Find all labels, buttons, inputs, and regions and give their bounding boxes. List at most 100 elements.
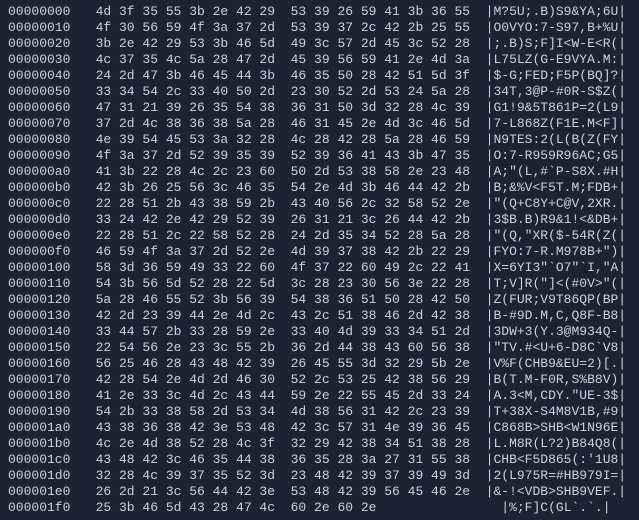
ascii-column: |CHB<F5D865(:'1U8| xyxy=(486,452,626,468)
hex-row: 00000060 47 31 21 39 26 35 54 38 36 31 5… xyxy=(8,100,631,116)
address-column: 00000080 xyxy=(8,132,80,148)
hex-bytes-column: 47 31 21 39 26 35 54 38 36 31 50 3d 32 2… xyxy=(80,100,486,116)
address-column: 000000d0 xyxy=(8,212,80,228)
ascii-column: |V%F(CHB9&EU=2)[.| xyxy=(486,356,626,372)
hex-bytes-column: 22 28 51 2c 22 58 52 28 24 2d 35 34 52 2… xyxy=(80,228,486,244)
hex-bytes-column: 5a 28 46 55 52 3b 56 39 54 38 36 51 50 2… xyxy=(80,292,486,308)
ascii-column: |B(T.M-F0R,S%B8V)| xyxy=(486,372,626,388)
address-column: 00000010 xyxy=(8,20,80,36)
ascii-column: |M?5U;.B)S9&YA;6U| xyxy=(486,4,626,20)
ascii-column: |3DW+3(Y.3@M934Q-| xyxy=(486,324,626,340)
hex-bytes-column: 43 38 36 38 42 3e 53 48 42 3c 57 31 4e 3… xyxy=(80,420,486,436)
hex-row: 000000f0 46 59 4f 3a 37 2d 52 2e 4d 39 3… xyxy=(8,244,631,260)
ascii-column: |3$B.B)R9&1!<&DB+| xyxy=(486,212,626,228)
hex-row: 00000000 4d 3f 35 55 3b 2e 42 29 53 39 2… xyxy=(8,4,631,20)
hex-row: 00000110 54 3b 56 5d 52 28 22 5d 3c 28 2… xyxy=(8,276,631,292)
address-column: 000000e0 xyxy=(8,228,80,244)
hex-row: 000001d0 32 28 4c 39 37 35 52 3d 23 48 4… xyxy=(8,468,631,484)
address-column: 00000140 xyxy=(8,324,80,340)
ascii-column: |A;"(L,#`P-S8X.#H| xyxy=(486,164,626,180)
ascii-column: |$-G;FED;F5P(BQ]?| xyxy=(486,68,626,84)
ascii-column: |T+38X-S4M8V1B,#9| xyxy=(486,404,626,420)
hex-row: 00000100 58 3d 36 59 49 33 22 60 4f 37 2… xyxy=(8,260,631,276)
hex-row: 000001b0 4c 2e 4d 38 52 28 4c 3f 32 29 4… xyxy=(8,436,631,452)
hex-row: 00000030 4c 37 35 4c 5a 28 47 2d 45 39 5… xyxy=(8,52,631,68)
hex-bytes-column: 41 3b 22 28 4c 2c 23 60 50 2d 53 38 58 2… xyxy=(80,164,486,180)
ascii-column: |L75LZ(G-E9VYA.M:| xyxy=(486,52,626,68)
hex-bytes-column: 4f 3a 37 2d 52 39 35 39 52 39 36 41 43 3… xyxy=(80,148,486,164)
hex-bytes-column: 42 28 54 2e 4d 2d 46 30 52 2c 53 25 42 3… xyxy=(80,372,486,388)
address-column: 000001c0 xyxy=(8,452,80,468)
ascii-column: |B-#9D.M,C,Q8F-B8| xyxy=(486,308,626,324)
address-column: 00000050 xyxy=(8,84,80,100)
hex-bytes-column: 56 25 46 28 43 48 42 39 26 45 55 3d 32 2… xyxy=(80,356,486,372)
hex-bytes-column: 32 28 4c 39 37 35 52 3d 23 48 42 39 37 3… xyxy=(80,468,486,484)
hex-bytes-column: 54 2b 33 38 58 2d 53 34 4d 38 56 31 42 2… xyxy=(80,404,486,420)
hex-bytes-column: 41 2e 33 3c 4d 2c 43 44 59 2e 22 55 45 2… xyxy=(80,388,486,404)
hex-bytes-column: 4e 39 54 45 53 3a 32 28 4c 28 42 28 5a 2… xyxy=(80,132,486,148)
hex-row: 000000a0 41 3b 22 28 4c 2c 23 60 50 2d 5… xyxy=(8,164,631,180)
ascii-column: |&-!<VDB>SHB9VEF.| xyxy=(486,484,626,500)
ascii-column: |N9TES:2(L(B(Z(FY| xyxy=(486,132,626,148)
ascii-column: |T;V]R("]<(#0V>"(| xyxy=(486,276,626,292)
address-column: 00000150 xyxy=(8,340,80,356)
hex-bytes-column: 4c 37 35 4c 5a 28 47 2d 45 39 56 59 41 2… xyxy=(80,52,486,68)
hex-bytes-column: 24 2d 47 3b 46 45 44 3b 46 35 50 28 42 5… xyxy=(80,68,486,84)
hex-row: 00000080 4e 39 54 45 53 3a 32 28 4c 28 4… xyxy=(8,132,631,148)
hex-bytes-column: 43 48 42 3c 46 35 44 38 36 35 28 3a 27 3… xyxy=(80,452,486,468)
address-column: 00000160 xyxy=(8,356,80,372)
hex-bytes-column: 4f 30 56 59 4f 3a 37 2d 53 39 37 2c 42 2… xyxy=(80,20,486,36)
hex-row: 000001c0 43 48 42 3c 46 35 44 38 36 35 2… xyxy=(8,452,631,468)
address-column: 000000b0 xyxy=(8,180,80,196)
ascii-column: |X=6YI3"`O7"`I,"A| xyxy=(486,260,626,276)
address-column: 00000190 xyxy=(8,404,80,420)
address-column: 000001a0 xyxy=(8,420,80,436)
hex-row: 000000c0 22 28 51 2b 43 38 59 2b 43 40 5… xyxy=(8,196,631,212)
hex-row: 00000140 33 44 57 2b 33 28 59 2e 33 40 4… xyxy=(8,324,631,340)
ascii-column: |O:7-R959R96AC;G5| xyxy=(486,148,626,164)
address-column: 00000120 xyxy=(8,292,80,308)
address-column: 000000c0 xyxy=(8,196,80,212)
address-column: 000001e0 xyxy=(8,484,80,500)
hex-row: 00000090 4f 3a 37 2d 52 39 35 39 52 39 3… xyxy=(8,148,631,164)
hex-bytes-column: 54 3b 56 5d 52 28 22 5d 3c 28 23 30 56 3… xyxy=(80,276,486,292)
hex-bytes-column: 4d 3f 35 55 3b 2e 42 29 53 39 26 59 41 3… xyxy=(80,4,486,20)
ascii-column: |A.3<M,CDY."UE-3$| xyxy=(486,388,626,404)
ascii-column: |C868B>SHB<W1N96E| xyxy=(486,420,626,436)
ascii-column: |Z(FUR;V9T86QP(BP| xyxy=(486,292,626,308)
address-column: 000001f0 xyxy=(8,500,80,516)
address-column: 00000100 xyxy=(8,260,80,276)
address-column: 00000020 xyxy=(8,36,80,52)
ascii-column: |"TV.#<U+6-D8C`V8| xyxy=(486,340,626,356)
hex-row: 00000050 33 34 54 2c 33 40 50 2d 23 30 5… xyxy=(8,84,631,100)
ascii-column: |;.B)S;F]I<W-E<R(| xyxy=(486,36,626,52)
ascii-column: |L.M8R(L?2)B84Q8(| xyxy=(486,436,626,452)
address-column: 00000040 xyxy=(8,68,80,84)
ascii-column: |FYO:7-R.M978B+")| xyxy=(486,244,626,260)
hex-row: 000001f0 25 3b 46 5d 43 28 47 4c 60 2e 6… xyxy=(8,500,631,516)
ascii-column: |B;&%V<F5T.M;FDB+| xyxy=(486,180,626,196)
ascii-column: |G1!9&5T861P=2(L9| xyxy=(486,100,626,116)
address-column: 00000030 xyxy=(8,52,80,68)
address-column: 00000060 xyxy=(8,100,80,116)
hex-bytes-column: 37 2d 4c 38 36 38 5a 28 46 31 45 2e 4d 3… xyxy=(80,116,486,132)
hex-row: 00000020 3b 2e 42 29 53 3b 46 5d 49 3c 5… xyxy=(8,36,631,52)
hex-bytes-column: 58 3d 36 59 49 33 22 60 4f 37 22 60 49 2… xyxy=(80,260,486,276)
hex-row: 000001e0 26 2d 21 3c 56 44 42 3e 53 48 4… xyxy=(8,484,631,500)
hex-dump-viewer: 00000000 4d 3f 35 55 3b 2e 42 29 53 39 2… xyxy=(0,0,639,520)
hex-row: 000001a0 43 38 36 38 42 3e 53 48 42 3c 5… xyxy=(8,420,631,436)
ascii-column: |7-L868Z(F1E.M<F]| xyxy=(486,116,626,132)
hex-row: 00000070 37 2d 4c 38 36 38 5a 28 46 31 4… xyxy=(8,116,631,132)
hex-row: 000000e0 22 28 51 2c 22 58 52 28 24 2d 3… xyxy=(8,228,631,244)
hex-row: 00000010 4f 30 56 59 4f 3a 37 2d 53 39 3… xyxy=(8,20,631,36)
hex-bytes-column: 33 44 57 2b 33 28 59 2e 33 40 4d 39 33 3… xyxy=(80,324,486,340)
ascii-column: |%;F]C(GL`.`.| xyxy=(501,500,610,516)
hex-bytes-column: 22 28 51 2b 43 38 59 2b 43 40 56 2c 32 5… xyxy=(80,196,486,212)
hex-row: 00000130 42 2d 23 39 44 2e 4d 2c 43 2c 5… xyxy=(8,308,631,324)
hex-row: 00000170 42 28 54 2e 4d 2d 46 30 52 2c 5… xyxy=(8,372,631,388)
address-column: 000000f0 xyxy=(8,244,80,260)
address-column: 000000a0 xyxy=(8,164,80,180)
ascii-column: |"(Q+C8Y+C@V,2XR.| xyxy=(486,196,626,212)
ascii-column: |34T,3@P-#0R-S$Z(| xyxy=(486,84,626,100)
hex-bytes-column: 33 34 54 2c 33 40 50 2d 23 30 52 2d 53 2… xyxy=(80,84,486,100)
